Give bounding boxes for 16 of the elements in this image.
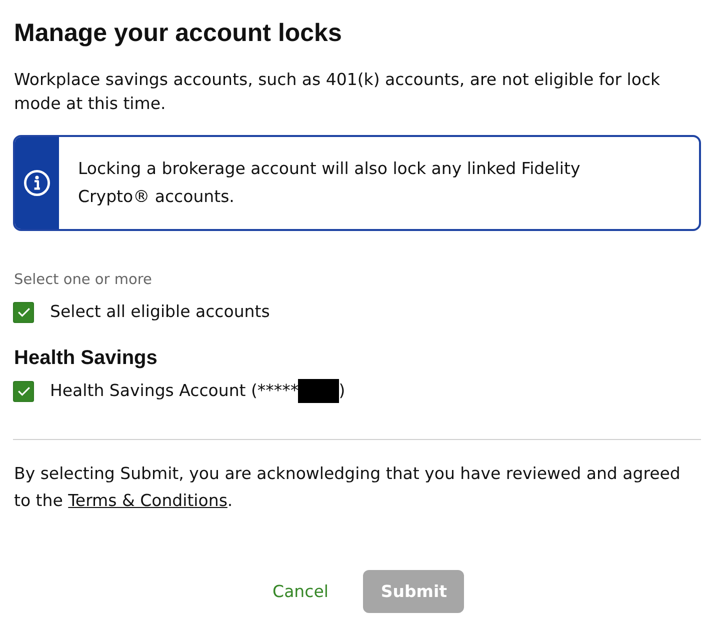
eligibility-notice: Workplace savings accounts, such as 401(k) accounts, are not eligible for lock mode at this time. xyxy=(14,69,662,114)
terms-link[interactable]: Terms & Conditions xyxy=(68,491,228,510)
select-hint: Select one or more xyxy=(14,271,153,290)
account-label[interactable]: Health Savings Account (***** xyxy=(50,379,299,403)
cancel-button[interactable]: Cancel xyxy=(250,571,350,612)
checkbox[interactable] xyxy=(13,380,34,402)
info-icon xyxy=(24,170,50,196)
checkmark-icon xyxy=(18,308,30,316)
terms-notice: By selecting Submit, you are acknowledging that you have reviewed and agreed to the Terms & Conditions. xyxy=(14,463,682,512)
checkmark-icon xyxy=(18,386,30,396)
account-label-end: ) xyxy=(338,380,346,402)
checkbox[interactable] xyxy=(13,302,34,322)
page-title: Manage your account locks xyxy=(14,18,343,48)
checkbox-label[interactable]: Select all eligible accounts xyxy=(50,300,270,324)
group-heading: Health Savings xyxy=(14,346,158,370)
alert-message: Locking a brokerage account will also lock any linked Fidelity Crypto® accounts. xyxy=(77,158,582,208)
